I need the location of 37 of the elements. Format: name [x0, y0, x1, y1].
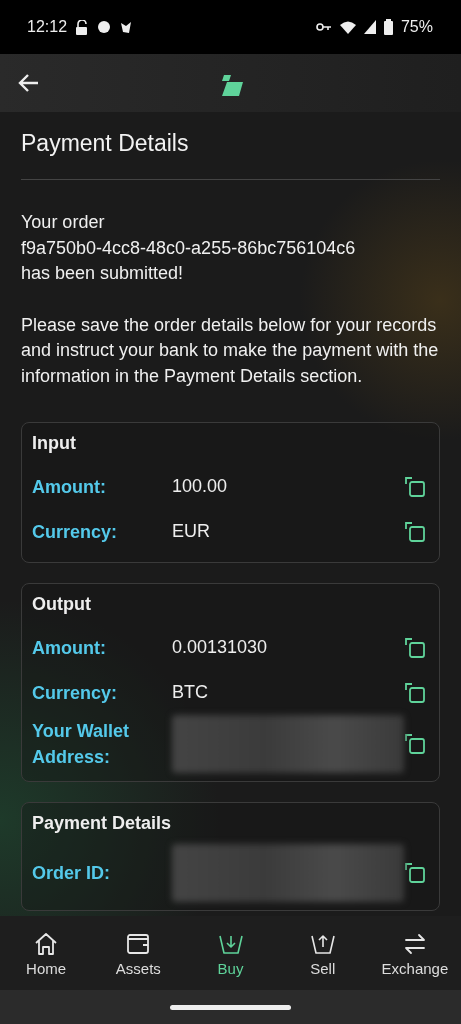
- field-label: Your Wallet Address:: [32, 720, 130, 769]
- copy-icon[interactable]: [405, 863, 425, 883]
- nav-tab[interactable]: Sell: [276, 916, 369, 990]
- field-label: Currency:: [32, 681, 119, 705]
- status-time: 12:12: [27, 18, 68, 36]
- back-arrow-icon[interactable]: [18, 73, 40, 93]
- signal-icon: [363, 20, 376, 34]
- copy-icon[interactable]: [405, 521, 425, 542]
- nav-tab[interactable]: Assets: [92, 916, 185, 990]
- card-title: Output: [32, 594, 92, 616]
- card-title: Input: [32, 433, 77, 455]
- key-icon: [315, 22, 332, 32]
- field-label: Currency:: [32, 520, 119, 544]
- nav-tab[interactable]: Home: [0, 916, 93, 990]
- order-message: Your order f9a750b0-4cc8-48c0-a255-86bc756104c6 has been submitted!: [21, 211, 357, 285]
- copy-icon[interactable]: [405, 734, 425, 754]
- field-label: Amount:: [32, 636, 107, 660]
- nav-tab[interactable]: Exchange: [368, 916, 461, 990]
- instructions-text: Please save the order details below for your records and instruct your bank to make the payment with the information in the Payment Details section.: [21, 313, 440, 388]
- page-title: Payment Details: [21, 130, 440, 180]
- wifi-icon: [339, 20, 356, 34]
- field-value: BTC: [172, 682, 209, 703]
- copy-icon[interactable]: [405, 682, 425, 703]
- card-title: Payment Details: [32, 813, 173, 835]
- battery-icon: [383, 19, 393, 35]
- field-label: Amount:: [32, 475, 107, 499]
- battery-percent: 75%: [400, 18, 433, 36]
- field-value: 100.00: [172, 476, 229, 497]
- lock-icon: [75, 19, 90, 35]
- logo-icon: [219, 75, 243, 96]
- copy-icon[interactable]: [405, 637, 425, 658]
- copy-icon[interactable]: [405, 476, 425, 497]
- field-value: 0.00131030: [172, 637, 269, 658]
- field-value: EUR: [172, 521, 211, 542]
- field-label: Order ID:: [32, 862, 111, 885]
- nav-tab[interactable]: Buy: [184, 916, 277, 990]
- circle-icon: [97, 20, 112, 34]
